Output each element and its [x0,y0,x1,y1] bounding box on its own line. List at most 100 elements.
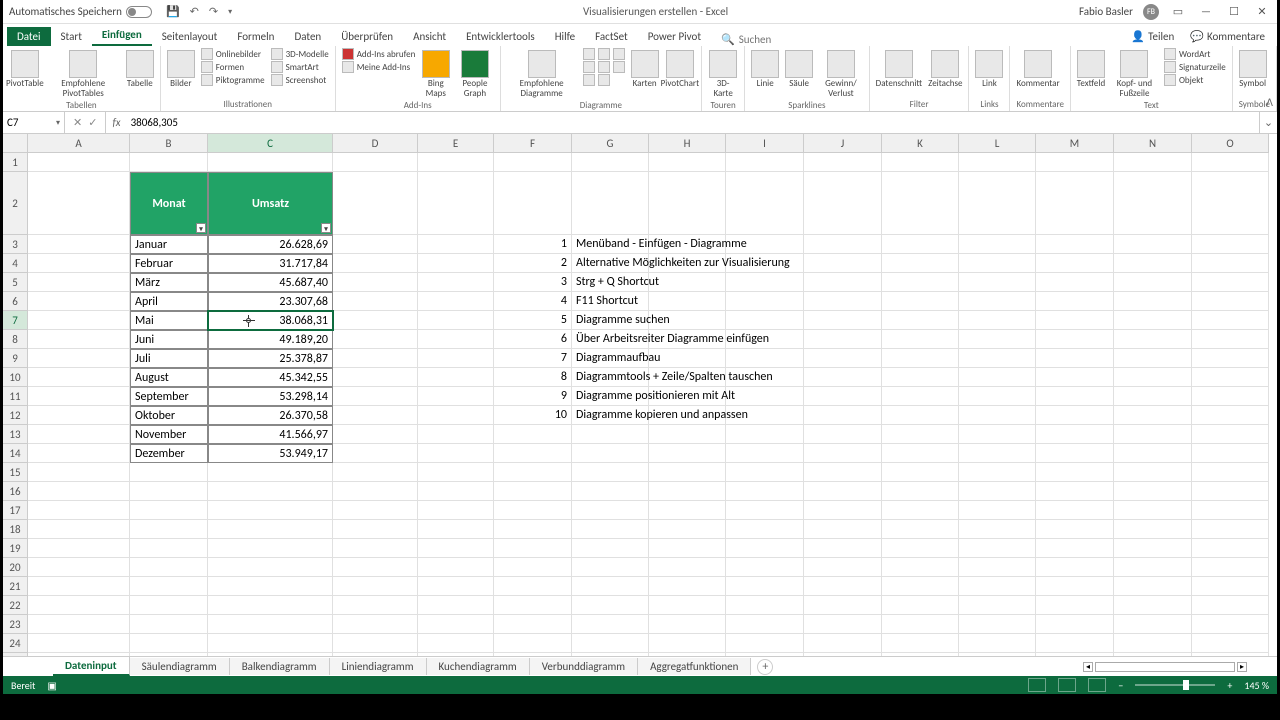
cell[interactable] [572,596,649,615]
cell[interactable] [882,539,959,558]
close-icon[interactable]: ✕ [1253,5,1271,18]
cell[interactable]: 9 [494,387,572,406]
add-sheet-button[interactable]: + [757,659,773,675]
cell[interactable] [1114,425,1192,444]
cell[interactable] [1192,368,1269,387]
cancel-formula-icon[interactable]: ✕ [73,116,82,129]
cell[interactable] [1192,596,1269,615]
toggle-icon[interactable] [126,6,152,18]
cell[interactable] [572,172,649,235]
cell[interactable] [130,558,208,577]
cell[interactable] [28,463,130,482]
cell[interactable]: 38.068,31 [208,311,333,330]
cell[interactable] [1114,153,1192,172]
cell[interactable] [959,292,1036,311]
redo-icon[interactable]: ↷ [209,5,218,18]
cell[interactable] [1192,387,1269,406]
cell[interactable] [726,444,804,463]
collapse-ribbon-icon[interactable]: ᐱ [1266,96,1273,109]
cell[interactable] [28,482,130,501]
empfohlene-diagramme-button[interactable]: Empfohlene Diagramme [507,48,577,99]
cell[interactable]: 5 [494,311,572,330]
comments-button[interactable]: 💬Kommentare [1182,27,1273,46]
people-graph-button[interactable]: People Graph [456,48,493,99]
cell[interactable] [649,596,726,615]
cell[interactable] [494,615,572,634]
cell[interactable] [649,482,726,501]
cell[interactable] [959,349,1036,368]
cell[interactable] [572,153,649,172]
formula-input[interactable]: 38068,305 [127,116,1259,129]
cell[interactable]: Monat▾ [130,172,208,235]
macro-record-icon[interactable]: ▣ [47,679,56,692]
cell[interactable] [1192,444,1269,463]
cell[interactable]: 1 [494,235,572,254]
cell[interactable] [1192,254,1269,273]
row-header[interactable]: 4 [3,254,28,273]
cell[interactable] [572,615,649,634]
cell[interactable] [726,558,804,577]
cell[interactable] [882,463,959,482]
cell[interactable] [333,634,418,653]
cell[interactable]: 2 [494,254,572,273]
cell[interactable] [882,235,959,254]
cell[interactable] [959,235,1036,254]
3d-modelle-button[interactable]: 3D-Modelle [271,48,329,60]
column-header[interactable]: B [130,134,208,153]
tab-entwicklertools[interactable]: Entwicklertools [456,27,545,46]
cell[interactable] [130,520,208,539]
cell[interactable] [28,501,130,520]
cell[interactable] [28,406,130,425]
cell[interactable] [1114,634,1192,653]
cell[interactable] [1114,596,1192,615]
onlinebilder-button[interactable]: Onlinebilder [201,48,265,60]
cell[interactable] [804,596,882,615]
cell[interactable] [804,153,882,172]
cell[interactable] [28,577,130,596]
row-header[interactable]: 13 [3,425,28,444]
cell[interactable] [28,273,130,292]
cell[interactable] [1114,482,1192,501]
pivotchart-button[interactable]: PivotChart [665,48,695,89]
cell[interactable] [494,634,572,653]
cell[interactable] [726,501,804,520]
cell[interactable] [333,425,418,444]
share-button[interactable]: 👤Teilen [1123,27,1182,46]
cell[interactable] [1036,596,1114,615]
search-input[interactable] [739,33,819,46]
cell[interactable] [1036,501,1114,520]
cell[interactable] [28,153,130,172]
cell[interactable] [333,387,418,406]
user-name[interactable]: Fabio Basler [1079,5,1133,18]
cell[interactable]: Dezember [130,444,208,463]
cell[interactable] [1114,539,1192,558]
cell[interactable] [208,653,333,656]
cell[interactable]: 45.342,55 [208,368,333,387]
cell[interactable] [418,425,494,444]
chart-bar-button[interactable] [583,48,625,60]
chevron-down-icon[interactable]: ▾ [56,118,60,128]
cell[interactable] [130,653,208,656]
cell[interactable] [494,482,572,501]
cell[interactable] [333,153,418,172]
cell[interactable] [1114,254,1192,273]
cell[interactable] [804,330,882,349]
cell[interactable]: September [130,387,208,406]
row-header[interactable]: 18 [3,520,28,539]
cell[interactable]: 3 [494,273,572,292]
objekt-button[interactable]: Objekt [1164,74,1226,86]
cell[interactable] [959,311,1036,330]
tab-file[interactable]: Datei [7,27,51,46]
cell[interactable] [1114,273,1192,292]
cell[interactable] [649,539,726,558]
tab-factset[interactable]: FactSet [585,27,638,46]
cell[interactable] [804,653,882,656]
cell[interactable] [959,653,1036,656]
cell[interactable] [28,330,130,349]
row-header[interactable]: 2 [3,172,28,235]
wordart-button[interactable]: WordArt [1164,48,1226,60]
cell[interactable] [804,254,882,273]
row-header[interactable]: 11 [3,387,28,406]
cell[interactable] [959,558,1036,577]
minimize-icon[interactable]: — [1197,5,1215,18]
